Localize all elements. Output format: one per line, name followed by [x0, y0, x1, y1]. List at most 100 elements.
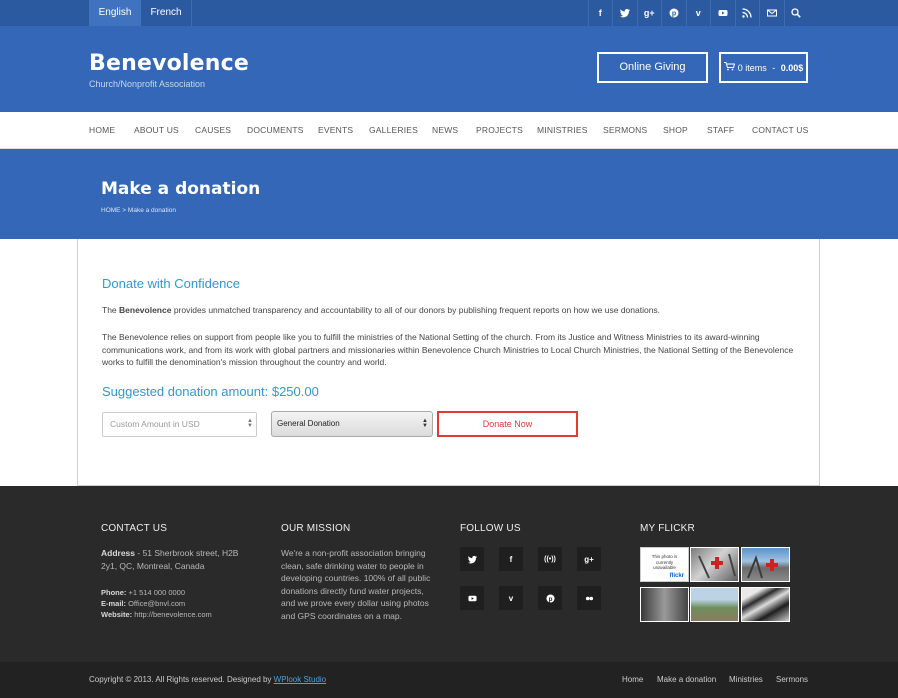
svg-text:p: p: [548, 595, 552, 602]
nav-item-contact-us[interactable]: CONTACT US: [752, 125, 808, 135]
footer-email: E-mail: Office@bnvl.com: [101, 598, 261, 609]
vimeo-icon[interactable]: v: [499, 586, 523, 610]
site-header: Benevolence Church/Nonprofit Association…: [0, 26, 898, 112]
custom-amount-placeholder: Custom Amount in USD: [110, 419, 200, 429]
footer-link-sermons[interactable]: Sermons: [776, 675, 808, 684]
language-english[interactable]: English: [89, 0, 141, 26]
footer-contact-heading: CONTACT US: [101, 523, 168, 534]
nav-item-galleries[interactable]: GALLERIES: [369, 125, 418, 135]
top-social-links: f g+ p v: [587, 0, 809, 26]
flickr-unavailable-text: This photo is currently unavailable: [651, 554, 678, 570]
flickr-thumb[interactable]: [690, 587, 739, 622]
nav-item-ministries[interactable]: MINISTRIES: [537, 125, 588, 135]
flickr-icon[interactable]: [577, 586, 601, 610]
p1-post: provides unmatched transparency and acco…: [171, 305, 661, 315]
page-banner: Make a donation HOME > Make a donation: [0, 149, 898, 239]
copyright: Copyright © 2013. All Rights reserved. D…: [89, 675, 326, 684]
donation-type-value: General Donation: [277, 419, 340, 428]
cart-total: 0.00$: [780, 62, 804, 73]
red-cross-image: [747, 554, 778, 579]
transparency-paragraph: The Benevolence provides unmatched trans…: [102, 304, 792, 317]
address-label: Address: [101, 548, 136, 558]
donate-now-button[interactable]: Donate Now: [437, 411, 578, 437]
twitter-icon[interactable]: [460, 547, 484, 571]
language-french[interactable]: French: [141, 0, 192, 26]
nav-item-causes[interactable]: CAUSES: [195, 125, 231, 135]
red-cross-image: [698, 553, 736, 579]
donation-content: Donate with Confidence The Benevolence p…: [77, 239, 820, 486]
custom-amount-input[interactable]: Custom Amount in USD ▲ ▼: [102, 412, 257, 437]
facebook-icon[interactable]: f: [499, 547, 523, 571]
email-value[interactable]: Office@bnvl.com: [126, 599, 185, 608]
flickr-thumb[interactable]: [690, 547, 739, 582]
site-footer: CONTACT US Address - 51 Sherbrook street…: [0, 486, 898, 662]
nav-item-news[interactable]: NEWS: [432, 125, 458, 135]
site-subtitle: Church/Nonprofit Association: [89, 79, 206, 89]
flickr-thumb-unavailable[interactable]: This photo is currently unavailable flic…: [640, 547, 689, 582]
nav-item-about-us[interactable]: ABOUT US: [134, 125, 179, 135]
nav-item-staff[interactable]: STAFF: [707, 125, 734, 135]
nav-item-home[interactable]: HOME: [89, 125, 115, 135]
facebook-icon[interactable]: f: [587, 0, 613, 26]
nav-item-events[interactable]: EVENTS: [318, 125, 353, 135]
youtube-icon[interactable]: [460, 586, 484, 610]
email-label: E-mail:: [101, 599, 127, 608]
flickr-thumb[interactable]: [640, 587, 689, 622]
main-nav: HOME ABOUT US CAUSES DOCUMENTS EVENTS GA…: [0, 112, 898, 149]
pinterest-icon[interactable]: p: [538, 586, 562, 610]
p1-bold: Benevolence: [119, 305, 172, 315]
footer-follow-heading: FOLLOW US: [460, 523, 521, 534]
breadcrumb-home[interactable]: HOME: [101, 207, 121, 214]
select-arrows-icon: ▲ ▼: [422, 418, 428, 429]
footer-flickr-heading: MY FLICKR: [640, 523, 695, 534]
footer-contact-details: Phone: +1 514 000 0000 E-mail: Office@bn…: [101, 587, 261, 620]
nav-item-shop[interactable]: SHOP: [663, 125, 688, 135]
website-label: Website:: [101, 610, 133, 619]
site-title[interactable]: Benevolence: [89, 51, 249, 76]
footer-link-home[interactable]: Home: [622, 675, 643, 684]
designer-link[interactable]: WPlook Studio: [274, 675, 326, 684]
svg-text:p: p: [672, 11, 676, 18]
mission-paragraph: The Benevolence relies on support from p…: [102, 332, 794, 367]
nav-item-sermons[interactable]: SERMONS: [603, 125, 647, 135]
website-value[interactable]: http://benevolence.com: [132, 610, 212, 619]
phone-label: Phone:: [101, 588, 127, 597]
google-plus-icon[interactable]: g+: [636, 0, 662, 26]
online-giving-button[interactable]: Online Giving: [597, 52, 708, 83]
twitter-icon[interactable]: [612, 0, 637, 26]
google-plus-icon[interactable]: g+: [577, 547, 601, 571]
top-bar: English French f g+ p v: [0, 0, 898, 26]
nav-item-documents[interactable]: DOCUMENTS: [247, 125, 304, 135]
footer-phone: Phone: +1 514 000 0000: [101, 587, 261, 598]
cart-button[interactable]: 0 items - 0.00$: [719, 52, 808, 83]
footer-website: Website: http://benevolence.com: [101, 609, 261, 620]
cart-icon: [723, 62, 735, 73]
amount-stepper[interactable]: ▲ ▼: [247, 418, 253, 429]
phone-value: +1 514 000 0000: [126, 588, 186, 597]
search-icon[interactable]: [783, 0, 809, 26]
donation-type-select[interactable]: General Donation ▲ ▼: [271, 411, 433, 437]
bottom-bar: Copyright © 2013. All Rights reserved. D…: [0, 662, 898, 698]
flickr-thumb[interactable]: [741, 587, 790, 622]
youtube-icon[interactable]: [710, 0, 735, 26]
cart-items: 0 items: [737, 62, 767, 73]
suggested-amount-heading: Suggested donation amount: $250.00: [102, 384, 319, 399]
footer-mission-heading: OUR MISSION: [281, 523, 351, 534]
breadcrumb-separator: >: [120, 207, 128, 214]
footer-address: Address - 51 Sherbrook street, H2B 2y1, …: [101, 547, 251, 572]
donate-confidence-heading: Donate with Confidence: [102, 276, 241, 291]
pinterest-icon[interactable]: p: [661, 0, 686, 26]
flickr-thumb[interactable]: [741, 547, 790, 582]
breadcrumb-current: Make a donation: [127, 207, 176, 214]
podcast-icon[interactable]: ((•)): [538, 547, 562, 571]
nav-item-projects[interactable]: PROJECTS: [476, 125, 523, 135]
mail-icon[interactable]: [759, 0, 784, 26]
page-title: Make a donation: [101, 179, 261, 199]
footer-link-make-a-donation[interactable]: Make a donation: [657, 675, 716, 684]
cart-separator: -: [769, 62, 778, 73]
copyright-text: Copyright © 2013. All Rights reserved. D…: [89, 675, 274, 684]
vimeo-icon[interactable]: v: [685, 0, 711, 26]
footer-link-ministries[interactable]: Ministries: [729, 675, 763, 684]
rss-icon[interactable]: [734, 0, 760, 26]
breadcrumb: HOME > Make a donation: [101, 207, 176, 214]
